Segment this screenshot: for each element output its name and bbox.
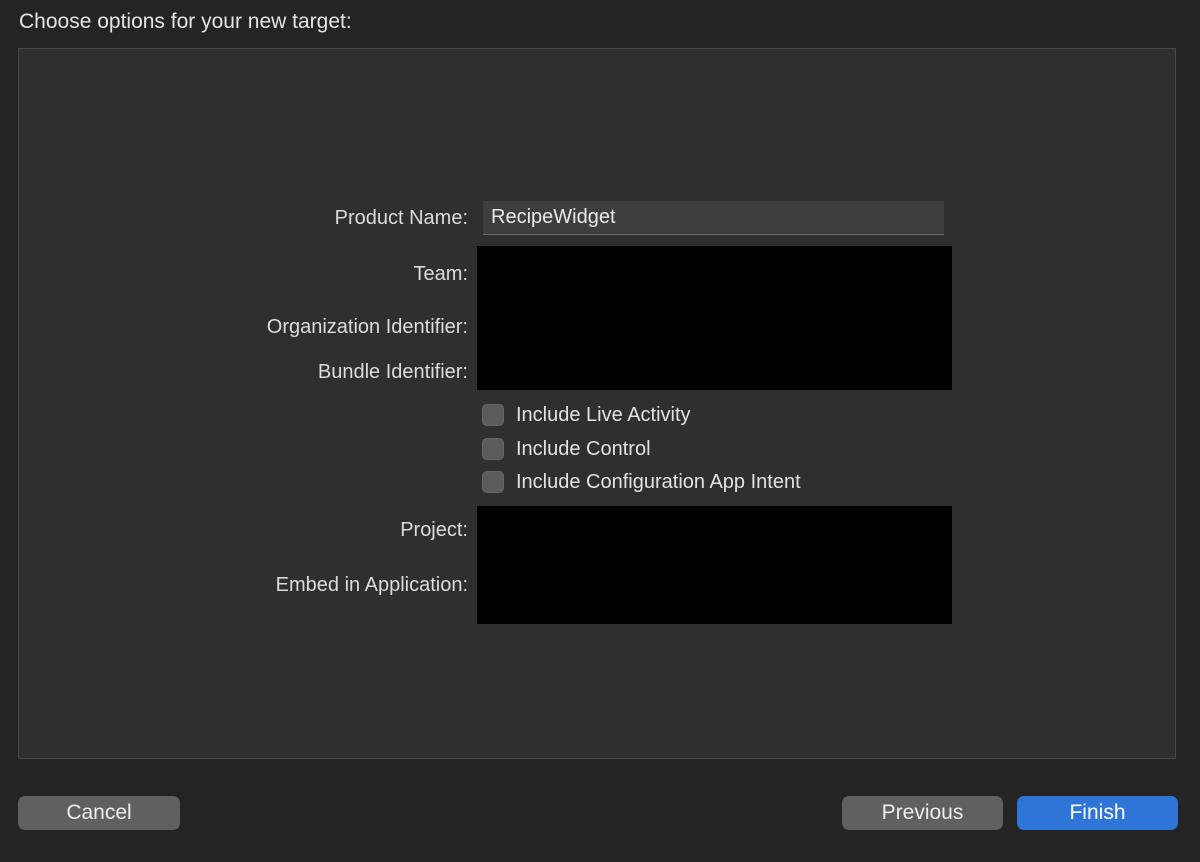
include-control-option[interactable]: Include Control [482,436,651,462]
previous-button[interactable]: Previous [842,796,1003,830]
dialog-title: Choose options for your new target: [19,10,352,33]
bundle-identifier-label: Bundle Identifier: [317,361,468,383]
embed-in-application-label: Embed in Application: [275,574,468,596]
redacted-project-and-application [477,506,952,624]
include-live-activity-checkbox[interactable] [482,404,504,426]
finish-button[interactable]: Finish [1017,796,1178,830]
project-label: Project: [400,519,468,541]
include-live-activity-label: Include Live Activity [516,404,691,426]
product-name-field[interactable]: RecipeWidget [483,201,944,235]
team-label: Team: [413,263,468,285]
product-name-label: Product Name: [334,207,468,229]
redacted-team-and-identifiers [477,246,952,390]
cancel-button[interactable]: Cancel [18,796,180,830]
include-control-label: Include Control [516,438,651,460]
organization-identifier-label: Organization Identifier: [266,316,468,338]
include-configuration-app-intent-checkbox[interactable] [482,471,504,493]
include-configuration-app-intent-label: Include Configuration App Intent [516,471,801,493]
include-live-activity-option[interactable]: Include Live Activity [482,402,691,428]
include-configuration-app-intent-option[interactable]: Include Configuration App Intent [482,469,801,495]
include-control-checkbox[interactable] [482,438,504,460]
